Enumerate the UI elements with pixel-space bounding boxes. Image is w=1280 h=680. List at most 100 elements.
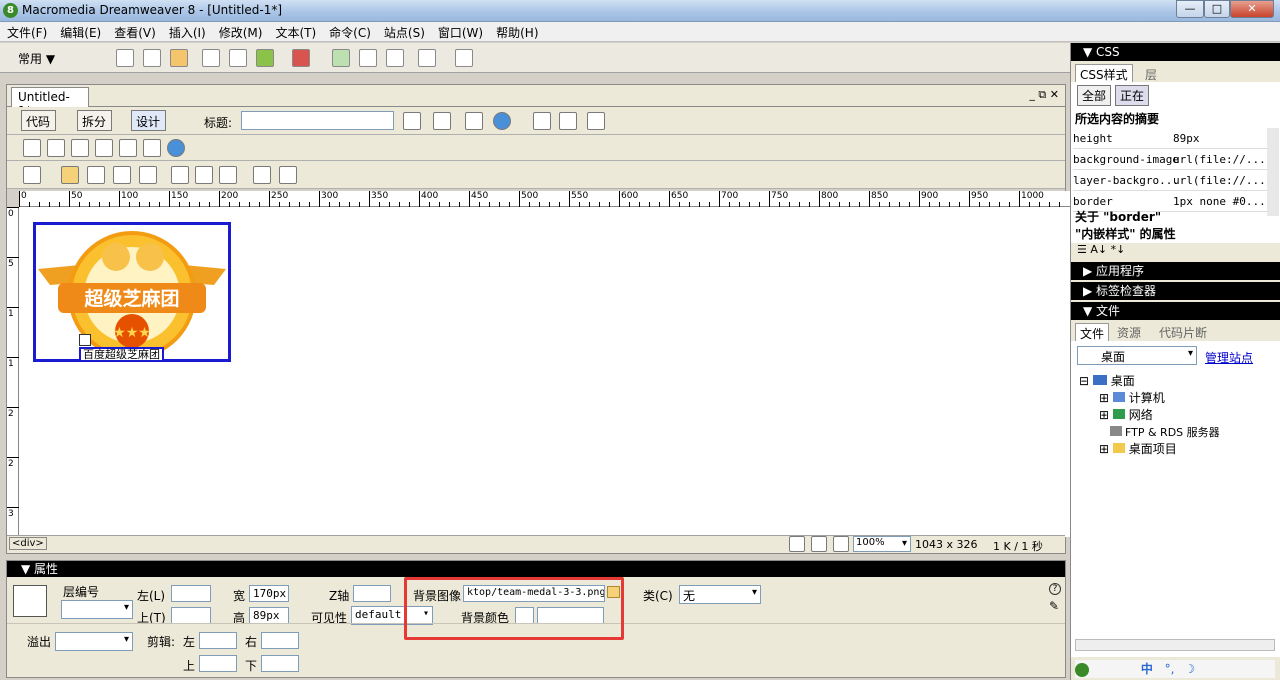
paste-icon[interactable] bbox=[219, 166, 237, 184]
tag-selector-div[interactable]: <div> bbox=[9, 537, 47, 550]
render-print-icon[interactable] bbox=[47, 139, 65, 157]
overflow-select[interactable] bbox=[55, 632, 133, 651]
email-link-icon[interactable] bbox=[143, 49, 161, 67]
title-input[interactable] bbox=[241, 111, 394, 130]
tab-assets[interactable]: 资源 bbox=[1117, 324, 1141, 341]
menu-site[interactable]: 站点(S) bbox=[377, 22, 431, 41]
menu-insert[interactable]: 插入(I) bbox=[162, 22, 212, 41]
table-icon[interactable] bbox=[202, 49, 220, 67]
menu-edit[interactable]: 编辑(E) bbox=[53, 22, 107, 41]
files-panel-header[interactable]: ▼ 文件 bbox=[1071, 302, 1280, 320]
tree-item-desktop[interactable]: ⊟ 桌面 bbox=[1079, 373, 1279, 390]
render-handheld-icon[interactable] bbox=[71, 139, 89, 157]
redo-icon[interactable] bbox=[279, 166, 297, 184]
preview-browser-icon[interactable] bbox=[493, 112, 511, 130]
open-icon[interactable] bbox=[61, 166, 79, 184]
save-icon[interactable] bbox=[87, 166, 105, 184]
window-size[interactable]: 1043 x 326 bbox=[915, 538, 978, 551]
left-input[interactable] bbox=[171, 585, 211, 602]
insert-category-dropdown[interactable]: 常用 ▼ bbox=[18, 50, 55, 67]
validate-icon[interactable] bbox=[403, 112, 421, 130]
tab-snippets[interactable]: 代码片断 bbox=[1159, 324, 1207, 341]
pointer-tool-icon[interactable] bbox=[789, 536, 805, 552]
minimize-button[interactable]: — bbox=[1176, 0, 1204, 18]
menu-window[interactable]: 窗口(W) bbox=[431, 22, 489, 41]
tree-item-network[interactable]: ⊞ 网络 bbox=[1079, 407, 1279, 424]
menu-modify[interactable]: 修改(M) bbox=[212, 22, 269, 41]
cut-icon[interactable] bbox=[171, 166, 189, 184]
date-icon[interactable] bbox=[332, 49, 350, 67]
browser-check-icon[interactable] bbox=[433, 112, 451, 130]
comment-icon[interactable] bbox=[386, 49, 404, 67]
render-tv-icon[interactable] bbox=[143, 139, 161, 157]
tree-item-ftp[interactable]: FTP & RDS 服务器 bbox=[1079, 424, 1279, 441]
class-select[interactable]: 无 bbox=[679, 585, 761, 604]
css-row[interactable]: height 89px bbox=[1073, 128, 1268, 149]
head-icon[interactable] bbox=[418, 49, 436, 67]
undo-icon[interactable] bbox=[253, 166, 271, 184]
help-icon[interactable]: ? bbox=[1049, 583, 1061, 595]
application-panel-header[interactable]: ▶ 应用程序 bbox=[1071, 262, 1280, 280]
menu-view[interactable]: 查看(V) bbox=[107, 22, 162, 41]
css-row[interactable]: layer-backgro...url(file://... bbox=[1073, 170, 1268, 191]
design-view-button[interactable]: 设计 bbox=[131, 110, 167, 131]
menu-text[interactable]: 文本(T) bbox=[268, 22, 322, 41]
tab-files[interactable]: 文件 bbox=[1075, 323, 1110, 343]
css-all-button[interactable]: 全部 bbox=[1077, 85, 1112, 106]
split-view-button[interactable]: 拆分 bbox=[77, 110, 113, 131]
view-options-icon[interactable] bbox=[559, 112, 577, 130]
layer-id-select[interactable] bbox=[61, 600, 133, 619]
print-icon[interactable] bbox=[139, 166, 157, 184]
menu-file[interactable]: 文件(F) bbox=[0, 22, 53, 41]
tab-untitled-1[interactable]: Untitled-1* bbox=[11, 87, 89, 118]
image-icon[interactable] bbox=[256, 49, 274, 67]
zoom-tool-icon[interactable] bbox=[833, 536, 849, 552]
tag-chooser-icon[interactable] bbox=[455, 49, 473, 67]
connect-icon[interactable] bbox=[1075, 662, 1089, 677]
top-input[interactable] bbox=[171, 607, 211, 624]
render-screen-icon[interactable] bbox=[23, 139, 41, 157]
tree-item-desktop-items[interactable]: ⊞ 桌面项目 bbox=[1079, 441, 1279, 458]
visual-aids-icon[interactable] bbox=[587, 112, 605, 130]
refresh-icon[interactable] bbox=[533, 112, 551, 130]
menu-commands[interactable]: 命令(C) bbox=[322, 22, 377, 41]
clip-left-input[interactable] bbox=[199, 632, 237, 649]
maximize-button[interactable]: □ bbox=[1204, 0, 1230, 18]
hyperlink-icon[interactable] bbox=[116, 49, 134, 67]
copy-icon[interactable] bbox=[195, 166, 213, 184]
height-input[interactable]: 89px bbox=[249, 607, 289, 624]
render-tty-icon[interactable] bbox=[119, 139, 137, 157]
named-anchor-icon[interactable] bbox=[170, 49, 188, 67]
layer-div[interactable]: 超级芝麻团 ★★★ bbox=[33, 222, 231, 362]
tag-inspector-panel-header[interactable]: ▶ 标签检查器 bbox=[1071, 282, 1280, 300]
clip-top-input[interactable] bbox=[199, 655, 237, 672]
files-hscrollbar[interactable] bbox=[1075, 639, 1275, 651]
manage-sites-link[interactable]: 管理站点 bbox=[1205, 349, 1253, 366]
doc-window-controls[interactable]: _ ⧉ ✕ bbox=[1029, 88, 1059, 102]
quick-tag-editor-icon[interactable]: ✎ bbox=[1049, 599, 1061, 613]
render-projection-icon[interactable] bbox=[95, 139, 113, 157]
code-view-button[interactable]: 代码 bbox=[21, 110, 57, 131]
new-icon[interactable] bbox=[23, 166, 41, 184]
server-include-icon[interactable] bbox=[359, 49, 377, 67]
ime-punct[interactable]: °, bbox=[1165, 662, 1175, 676]
layer-icon[interactable] bbox=[229, 49, 247, 67]
tree-item-computer[interactable]: ⊞ 计算机 bbox=[1079, 390, 1279, 407]
z-index-input[interactable] bbox=[353, 585, 391, 602]
css-panel-header[interactable]: ▼ CSS bbox=[1071, 43, 1280, 61]
toggle-css-icon[interactable] bbox=[167, 139, 185, 157]
ime-mode-chinese[interactable]: 中 bbox=[1141, 662, 1153, 676]
tab-css-styles[interactable]: CSS样式 bbox=[1075, 64, 1133, 82]
close-button[interactable]: ✕ bbox=[1230, 0, 1274, 18]
css-scrollbar[interactable] bbox=[1267, 128, 1279, 216]
design-canvas[interactable]: 超级芝麻团 ★★★ 百度超级芝麻团 bbox=[19, 207, 1071, 537]
file-management-icon[interactable] bbox=[465, 112, 483, 130]
zoom-select[interactable]: 100% bbox=[853, 536, 911, 552]
css-row[interactable]: background-imageurl(file://... bbox=[1073, 149, 1268, 170]
menu-help[interactable]: 帮助(H) bbox=[489, 22, 544, 41]
properties-header[interactable]: ▼ 属性 bbox=[7, 561, 1065, 577]
css-current-button[interactable]: 正在 bbox=[1115, 85, 1150, 106]
layer-anchor-icon[interactable] bbox=[79, 334, 91, 346]
clip-right-input[interactable] bbox=[261, 632, 299, 649]
width-input[interactable]: 170px bbox=[249, 585, 289, 602]
